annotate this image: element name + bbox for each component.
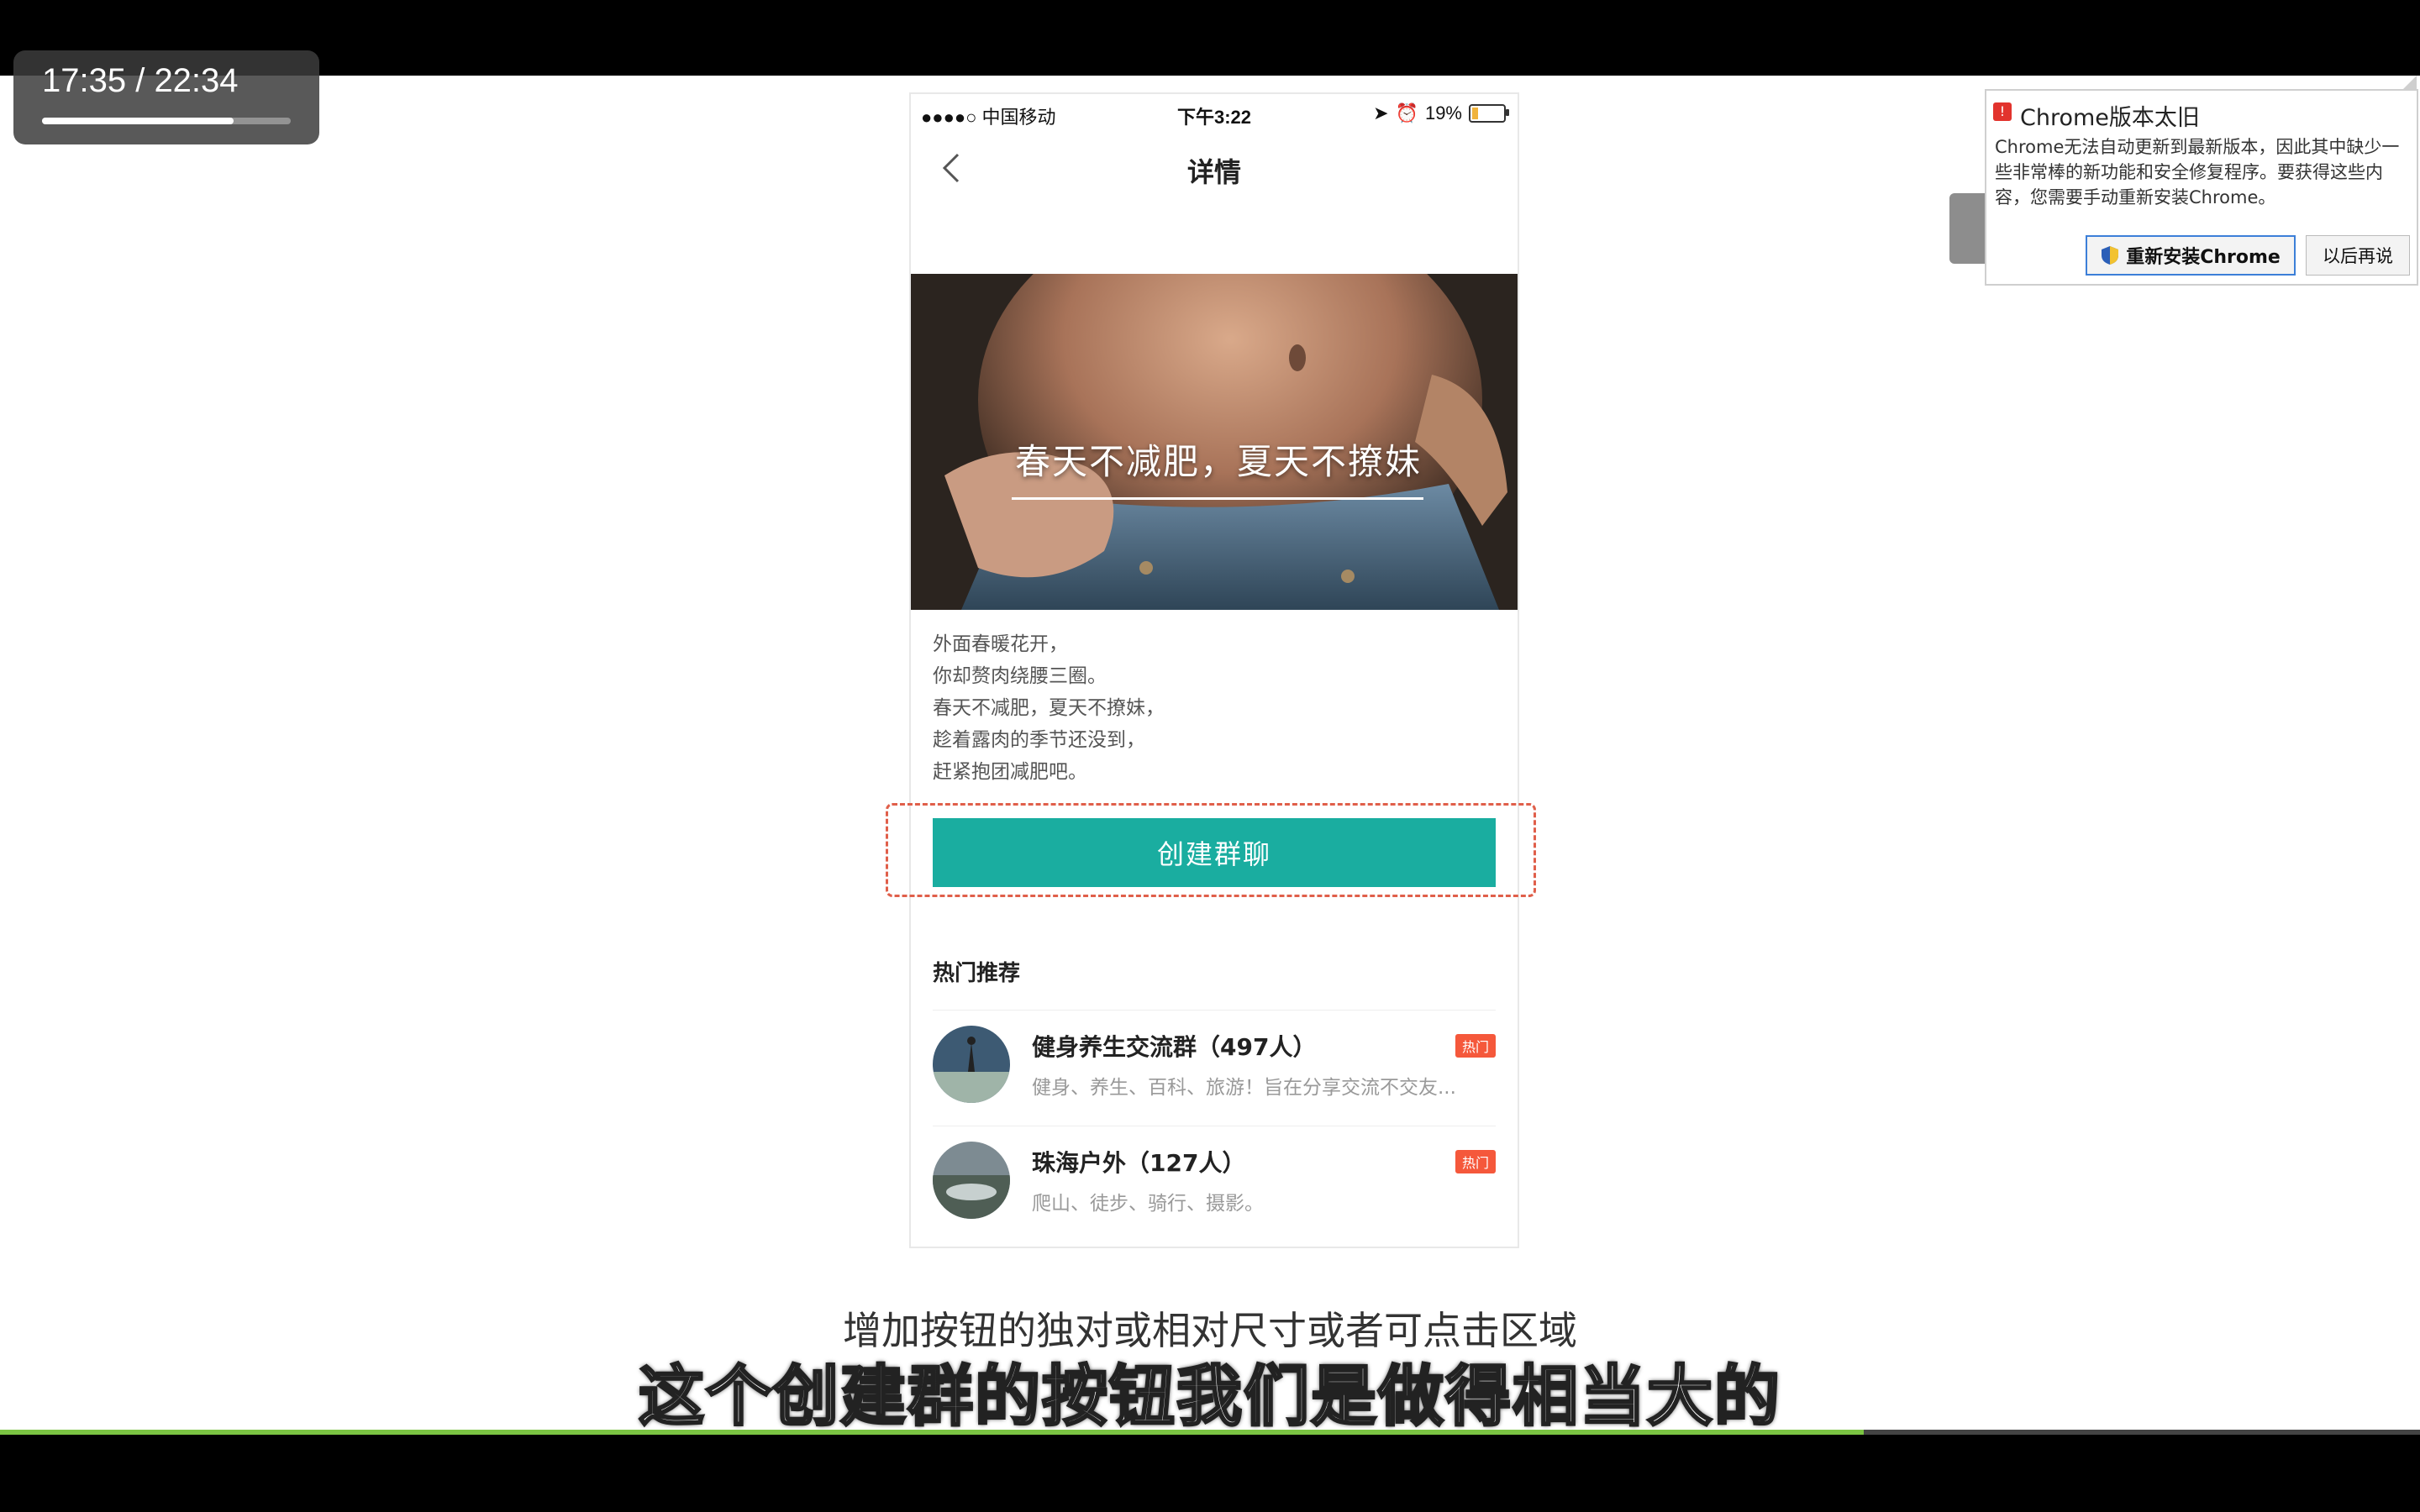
chrome-warning-icon: ! (1993, 102, 2012, 121)
group-avatar (933, 1026, 1010, 1103)
reinstall-chrome-button[interactable]: 重新安装Chrome (2086, 235, 2296, 276)
group-list-item[interactable]: 健身养生交流群（497人） 健身、养生、百科、旅游！旨在分享交流不交友... 热… (933, 1010, 1496, 1125)
hero-image: 春天不减肥，夏天不撩妹 (911, 274, 1518, 610)
shield-icon (2102, 246, 2119, 265)
description-line: 赶紧抱团减肥吧。 (933, 761, 1087, 783)
overlay-progress-fill (42, 118, 234, 124)
location-icon: ➤ (1373, 102, 1389, 123)
description-line: 春天不减肥，夏天不撩妹， (933, 697, 1165, 719)
group-list-item[interactable]: 珠海户外（127人） 爬山、徒步、骑行、摄影。 热门 (933, 1126, 1496, 1241)
group-title: 健身养生交流群（497人） (1032, 1033, 1317, 1061)
battery-icon (1469, 104, 1509, 123)
video-progress-bar[interactable] (0, 1430, 2420, 1435)
hot-badge: 热门 (1455, 1034, 1496, 1058)
side-tab (1949, 193, 1988, 264)
alarm-icon: ⏰ (1395, 102, 1418, 123)
notice-body: Chrome无法自动更新到最新版本，因此其中缺少一些非常棒的新功能和安全修复程序… (1995, 137, 2400, 207)
battery-percent: 19% (1424, 102, 1462, 123)
status-bar: ●●●●○ 中国移动 下午3:22 ➤ ⏰ 19% (911, 94, 1518, 131)
description-line: 外面春暖花开， (933, 633, 1068, 655)
chrome-update-notice: ! Chrome版本太旧 Chrome无法自动更新到最新版本，因此其中缺少一些非… (1985, 76, 2418, 286)
overlay-progress-track[interactable] (42, 118, 291, 124)
later-button[interactable]: 以后再说 (2306, 235, 2410, 276)
hot-badge: 热门 (1455, 1150, 1496, 1173)
nav-bar: 详情 (911, 131, 1518, 205)
section-title-hot: 热门推荐 (933, 961, 1021, 986)
page-title: 详情 (1186, 156, 1241, 188)
hero-underline (1012, 497, 1423, 500)
subtitle-main: 这个创建群的按钮我们是做得相当大的 (637, 1358, 1781, 1436)
reinstall-label: 重新安装Chrome (2126, 247, 2281, 268)
group-description: 外面春暖花开， 你却赘肉绕腰三圈。 春天不减肥，夏天不撩妹， 趁着露肉的季节还没… (933, 628, 1165, 788)
group-subtitle: 健身、养生、百科、旅游！旨在分享交流不交友... (1032, 1077, 1456, 1099)
phone-mockup: ●●●●○ 中国移动 下午3:22 ➤ ⏰ 19% 详情 春天不减肥，夏天不撩妹… (886, 92, 1536, 1248)
description-line: 你却赘肉绕腰三圈。 (933, 665, 1107, 687)
time-display: 17:35 / 22:34 (42, 62, 239, 99)
description-line: 趁着露肉的季节还没到， (933, 729, 1145, 751)
group-title: 珠海户外（127人） (1032, 1149, 1246, 1177)
create-group-chat-button[interactable]: 创建群聊 (933, 818, 1496, 887)
hero-slogan: 春天不减肥，夏天不撩妹 (1014, 441, 1422, 482)
video-progress-fill (0, 1430, 1864, 1435)
group-avatar (933, 1142, 1010, 1219)
time-overlay: 17:35 / 22:34 (13, 50, 319, 144)
group-subtitle: 爬山、徒步、骑行、摄影。 (1032, 1193, 1264, 1215)
notice-title: Chrome版本太旧 (2020, 105, 2200, 131)
